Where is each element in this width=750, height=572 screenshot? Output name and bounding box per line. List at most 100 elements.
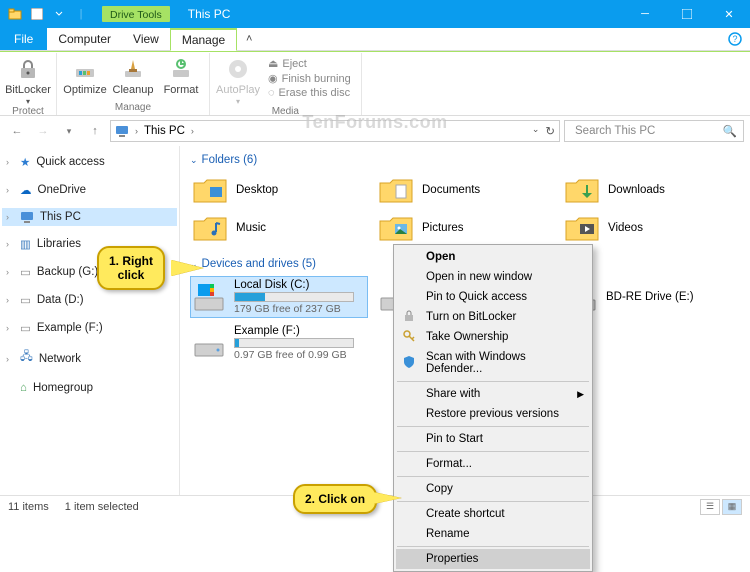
back-button[interactable]: ←	[6, 120, 28, 142]
sidebar-item-network[interactable]: ›🖧Network	[2, 346, 177, 371]
ctx-open-new-window[interactable]: Open in new window	[396, 267, 590, 287]
format-button[interactable]: Format	[159, 55, 203, 96]
ctx-separator	[397, 476, 589, 477]
qat-dropdown-icon[interactable]	[50, 5, 68, 23]
folder-icon	[378, 213, 414, 243]
optimize-button[interactable]: Optimize	[63, 55, 107, 96]
breadcrumb-thispc[interactable]: This PC	[144, 125, 185, 137]
erase-disc-button[interactable]: ◌Erase this disc	[264, 87, 355, 99]
help-button[interactable]: ?	[720, 28, 750, 50]
drive-item-localdisk-c[interactable]: Local Disk (C:) 179 GB free of 237 GB	[190, 276, 368, 318]
ctx-restore-previous[interactable]: Restore previous versions	[396, 404, 590, 424]
sidebar-item-quickaccess[interactable]: ›★Quick access	[2, 152, 177, 172]
ctx-rename[interactable]: Rename	[396, 524, 590, 544]
star-icon: ★	[20, 155, 30, 169]
address-dropdown-button[interactable]: ⌄	[532, 124, 540, 138]
tab-file[interactable]: File	[0, 28, 47, 50]
folder-item-downloads[interactable]: Downloads	[562, 172, 740, 208]
folder-icon	[564, 213, 600, 243]
ctx-separator	[397, 546, 589, 547]
key-icon	[402, 329, 418, 345]
lock-icon	[14, 55, 42, 83]
format-icon	[167, 55, 195, 83]
sidebar-item-homegroup[interactable]: ⌂Homegroup	[2, 379, 177, 397]
ctx-label: Rename	[426, 528, 469, 540]
chevron-right-icon[interactable]: ›	[191, 126, 194, 136]
finish-burning-button[interactable]: ◉Finish burning	[264, 72, 355, 85]
chevron-right-icon[interactable]: ›	[135, 126, 138, 136]
sidebar-item-label: Network	[39, 353, 81, 365]
drive-icon	[192, 280, 226, 314]
tab-view[interactable]: View	[122, 28, 170, 50]
tab-manage[interactable]: Manage	[170, 28, 237, 51]
minimize-button[interactable]: ─	[624, 0, 666, 28]
ctx-open[interactable]: Open	[396, 247, 590, 267]
status-selected-count: 1 item selected	[65, 501, 139, 513]
shield-icon	[402, 355, 418, 371]
ctx-properties[interactable]: Properties	[396, 549, 590, 569]
format-label: Format	[164, 84, 199, 96]
up-button[interactable]: ↑	[84, 120, 106, 142]
ribbon-collapse-button[interactable]: ˄	[237, 28, 261, 50]
forward-button[interactable]: →	[32, 120, 54, 142]
sidebar-item-label: Quick access	[36, 156, 104, 168]
qat-checkbox-icon[interactable]	[28, 5, 46, 23]
qat-explorer-icon[interactable]	[6, 5, 24, 23]
ctx-label: Pin to Start	[426, 433, 483, 445]
search-input[interactable]: Search This PC 🔍	[564, 120, 744, 142]
contextual-tab-drive-tools: Drive Tools	[102, 6, 170, 22]
ctx-share-with[interactable]: Share with▶	[396, 384, 590, 404]
ctx-pin-start[interactable]: Pin to Start	[396, 429, 590, 449]
ctx-defender-scan[interactable]: Scan with Windows Defender...	[396, 347, 590, 379]
folder-label: Music	[236, 222, 266, 234]
tab-computer[interactable]: Computer	[47, 28, 122, 50]
sidebar-item-onedrive[interactable]: ›☁OneDrive	[2, 180, 177, 200]
status-item-count: 11 items	[8, 501, 49, 513]
cleanup-button[interactable]: Cleanup	[111, 55, 155, 96]
eject-button[interactable]: ⏏Eject	[264, 57, 355, 70]
ribbon-group-media: AutoPlay▾ ⏏Eject ◉Finish burning ◌Erase …	[210, 53, 362, 115]
folder-item-desktop[interactable]: Desktop	[190, 172, 368, 208]
folder-item-music[interactable]: Music	[190, 210, 368, 246]
drive-icon: ▭	[20, 265, 31, 279]
sidebar-item-example[interactable]: ›▭Example (F:)	[2, 318, 177, 338]
address-bar[interactable]: › This PC › ⌄ ↻	[110, 120, 560, 142]
drive-item-example-f[interactable]: Example (F:) 0.97 GB free of 0.99 GB	[190, 322, 368, 364]
homegroup-icon: ⌂	[20, 382, 27, 394]
ctx-separator	[397, 451, 589, 452]
close-button[interactable]: ✕	[708, 0, 750, 28]
ribbon: BitLocker ▾ Protect Optimize Cleanup For…	[0, 51, 750, 116]
autoplay-button[interactable]: AutoPlay▾	[216, 55, 260, 106]
ctx-separator	[397, 426, 589, 427]
recent-locations-button[interactable]: ▾	[58, 120, 80, 142]
bitlocker-button[interactable]: BitLocker ▾	[6, 55, 50, 106]
window-title: This PC	[188, 7, 231, 21]
ctx-format[interactable]: Format...	[396, 454, 590, 474]
annotation-callout-2: 2. Click on	[293, 484, 377, 514]
ribbon-group-manage: Optimize Cleanup Format Manage	[57, 53, 210, 115]
sidebar-item-thispc[interactable]: ›This PC	[2, 208, 177, 226]
ctx-label: Take Ownership	[426, 331, 508, 343]
sidebar-item-data[interactable]: ›▭Data (D:)	[2, 290, 177, 310]
maximize-button[interactable]	[666, 0, 708, 28]
annotation-callout-1: 1. Right click	[97, 246, 165, 290]
search-placeholder: Search This PC	[575, 125, 655, 137]
folders-header[interactable]: ⌄Folders (6)	[190, 154, 740, 166]
refresh-button[interactable]: ↻	[545, 124, 555, 138]
details-view-button[interactable]: ☰	[700, 499, 720, 515]
drive-icon	[192, 326, 226, 360]
folder-item-pictures[interactable]: Pictures	[376, 210, 554, 246]
storage-bar	[234, 292, 354, 302]
folder-item-documents[interactable]: Documents	[376, 172, 554, 208]
ctx-pin-quick-access[interactable]: Pin to Quick access	[396, 287, 590, 307]
folder-item-videos[interactable]: Videos	[562, 210, 740, 246]
ribbon-group-label: Manage	[115, 102, 151, 113]
network-icon: 🖧	[20, 349, 33, 368]
cloud-icon: ☁	[20, 183, 32, 197]
ctx-copy[interactable]: Copy	[396, 479, 590, 499]
ctx-bitlocker[interactable]: Turn on BitLocker	[396, 307, 590, 327]
folder-icon	[564, 175, 600, 205]
ctx-create-shortcut[interactable]: Create shortcut	[396, 504, 590, 524]
ctx-take-ownership[interactable]: Take Ownership	[396, 327, 590, 347]
tiles-view-button[interactable]: ▦	[722, 499, 742, 515]
